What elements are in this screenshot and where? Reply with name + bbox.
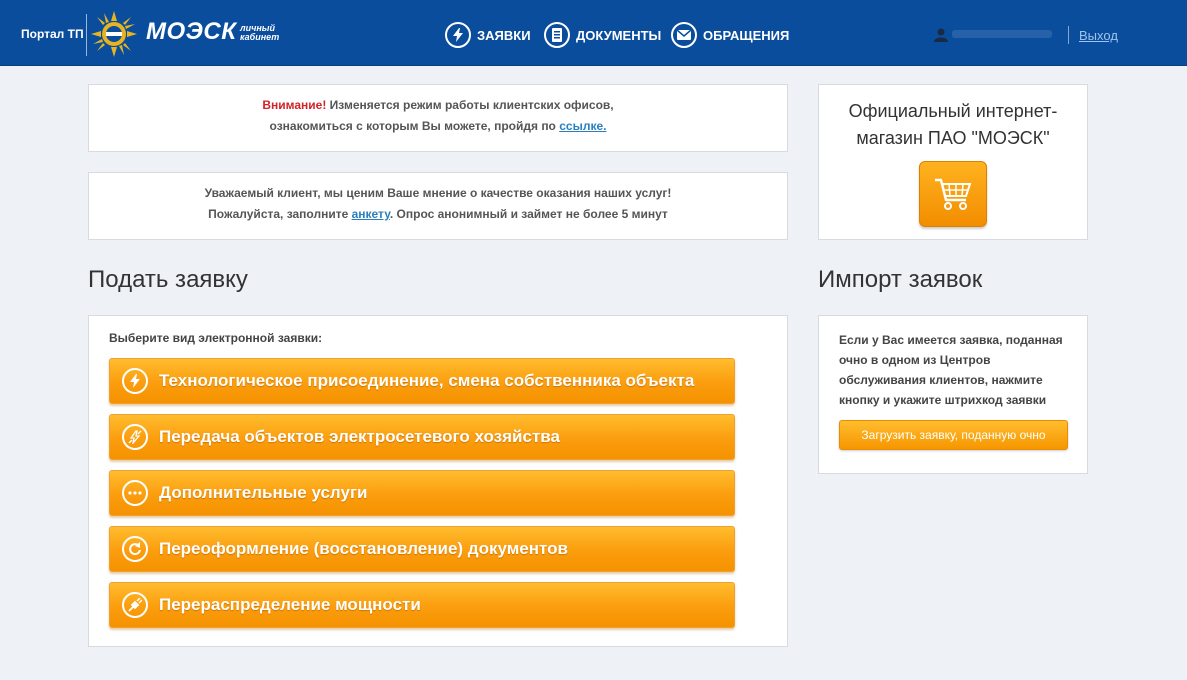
- notice2-text3: . Опрос анонимный и займет не более 5 ми…: [389, 207, 668, 221]
- import-description: Если у Вас имеется заявка, поданная очно…: [839, 333, 1063, 407]
- power-redistribution-label: Перераспределение мощности: [159, 595, 421, 614]
- plug-icon: [122, 592, 148, 618]
- top-header: Портал ТП МОЭСК личный кабинет ЗАЯВКИ ДО…: [0, 0, 1187, 66]
- document-reissue-button[interactable]: Переоформление (восстановление) документ…: [109, 526, 735, 572]
- dots-icon: [122, 480, 148, 506]
- notice1-text1: Изменяется режим работы клиентских офисо…: [326, 98, 614, 112]
- grid-transfer-label: Передача объектов электросетевого хозяйс…: [159, 427, 560, 446]
- tech-connection-label: Технологическое присоединение, смена соб…: [159, 371, 695, 390]
- import-heading: Импорт заявок: [818, 266, 983, 293]
- office-hours-notice: Внимание! Изменяется режим работы клиент…: [88, 84, 788, 152]
- upload-request-button[interactable]: Загрузить заявку, поданную очно: [839, 420, 1068, 450]
- office-hours-link[interactable]: ссылке.: [559, 119, 606, 133]
- import-panel: Если у Вас имеется заявка, поданная очно…: [818, 315, 1088, 474]
- logo-subtitle: личный кабинет: [240, 24, 279, 42]
- nav-appeals[interactable]: ОБРАЩЕНИЯ: [671, 21, 789, 49]
- header-divider: [86, 14, 87, 56]
- nav-requests-label: ЗАЯВКИ: [477, 27, 531, 43]
- document-reissue-label: Переоформление (восстановление) документ…: [159, 539, 568, 558]
- document-icon: [544, 22, 570, 48]
- notice1-line2: ознакомиться с которым Вы можете, пройдя…: [89, 116, 787, 137]
- request-caption: Выберите вид электронной заявки:: [109, 331, 323, 345]
- notice1-line1: Внимание! Изменяется режим работы клиент…: [89, 95, 787, 116]
- power-redistribution-button[interactable]: Перераспределение мощности: [109, 582, 735, 628]
- nav-documents-label: ДОКУМЕНТЫ: [576, 27, 662, 43]
- portal-label[interactable]: Портал ТП: [21, 27, 84, 41]
- lightning-icon: [445, 22, 471, 48]
- nav-appeals-label: ОБРАЩЕНИЯ: [703, 27, 790, 43]
- user-name-redacted: [952, 30, 1052, 38]
- logo-text[interactable]: МОЭСК: [146, 18, 237, 46]
- notice2-text2: Пожалуйста, заполните: [208, 207, 352, 221]
- lightning-icon: [122, 368, 148, 394]
- logout-link[interactable]: Выход: [1079, 28, 1118, 43]
- shopping-cart-icon[interactable]: [919, 161, 987, 227]
- notice2-line2: Пожалуйста, заполните анкету. Опрос анон…: [89, 204, 787, 225]
- user-icon: [934, 28, 948, 42]
- request-panel: Выберите вид электронной заявки: Техноло…: [88, 315, 788, 647]
- header-divider-right: [1068, 26, 1069, 44]
- refresh-icon: [122, 536, 148, 562]
- online-shop-panel[interactable]: Официальный интернет-магазин ПАО "МОЭСК": [818, 84, 1088, 240]
- logo-sub-line2: кабинет: [240, 32, 280, 42]
- attention-label: Внимание!: [262, 98, 327, 112]
- notice1-text2: ознакомиться с которым Вы можете, пройдя…: [269, 119, 560, 133]
- grid-transfer-button[interactable]: Передача объектов электросетевого хозяйс…: [109, 414, 735, 460]
- notice2-text1: Уважаемый клиент, мы ценим Ваше мнение о…: [204, 186, 672, 200]
- survey-link[interactable]: анкету: [352, 207, 390, 221]
- shop-title[interactable]: Официальный интернет-магазин ПАО "МОЭСК": [819, 98, 1087, 152]
- envelope-icon: [671, 22, 697, 48]
- survey-notice: Уважаемый клиент, мы ценим Ваше мнение о…: [88, 172, 788, 240]
- request-heading: Подать заявку: [88, 266, 248, 293]
- additional-services-label: Дополнительные услуги: [159, 483, 368, 502]
- moesk-logo-icon[interactable]: [91, 11, 137, 57]
- nav-requests[interactable]: ЗАЯВКИ: [445, 21, 531, 49]
- transfer-icon: [122, 424, 148, 450]
- nav-documents[interactable]: ДОКУМЕНТЫ: [544, 21, 661, 49]
- tech-connection-button[interactable]: Технологическое присоединение, смена соб…: [109, 358, 735, 404]
- additional-services-button[interactable]: Дополнительные услуги: [109, 470, 735, 516]
